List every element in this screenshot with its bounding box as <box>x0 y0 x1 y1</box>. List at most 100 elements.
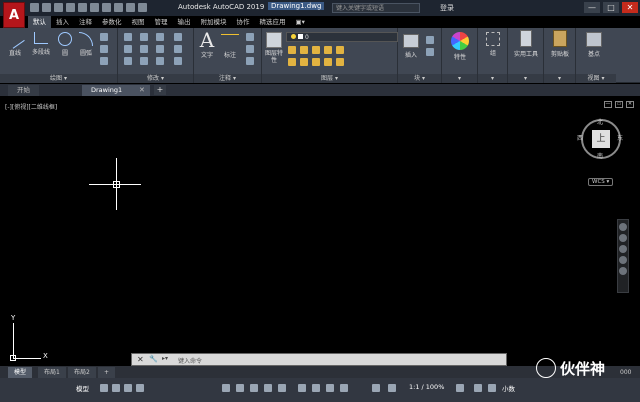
web-icon[interactable] <box>78 3 87 12</box>
add-layout-button[interactable]: + <box>98 367 116 378</box>
erase-icon[interactable] <box>174 33 182 41</box>
wcs-menu[interactable]: WCS ▾ <box>588 178 614 186</box>
tab-more[interactable]: ▣▾ <box>291 16 310 28</box>
layer-tool-10-icon[interactable] <box>336 58 344 66</box>
tab-parametric[interactable]: 参数化 <box>97 16 127 28</box>
drawing-close-button[interactable]: ✕ <box>626 101 634 108</box>
grid-icon[interactable] <box>100 384 108 392</box>
save-as-icon[interactable] <box>66 3 75 12</box>
utilities-tool[interactable]: 实用工具 <box>510 30 542 58</box>
array-icon[interactable] <box>156 57 164 65</box>
selection-cycling-icon[interactable] <box>326 384 334 392</box>
annotation-visibility-icon[interactable] <box>372 384 380 392</box>
zoom-icon[interactable] <box>619 245 627 253</box>
gradient-icon[interactable] <box>100 57 108 65</box>
edit-block-icon[interactable] <box>426 48 434 56</box>
rotate-icon[interactable] <box>140 33 148 41</box>
modify-panel-label[interactable]: 修改 ▾ <box>118 74 193 83</box>
new-icon[interactable] <box>30 3 39 12</box>
clipboard-tool[interactable]: 剪贴板 <box>546 30 574 58</box>
layer-tool-4-icon[interactable] <box>324 46 332 54</box>
tab-output[interactable]: 输出 <box>173 16 196 28</box>
viewcube-west[interactable]: 西 <box>577 133 583 142</box>
open-icon[interactable] <box>42 3 51 12</box>
layer-tool-2-icon[interactable] <box>300 46 308 54</box>
pan-icon[interactable] <box>619 234 627 242</box>
line-tool[interactable]: 直线 <box>4 29 26 57</box>
recent-commands-icon[interactable]: ▸▾ <box>162 355 168 362</box>
hatch-icon[interactable] <box>100 45 108 53</box>
tab-default[interactable]: 默认 <box>28 16 51 28</box>
tab-manage[interactable]: 管理 <box>150 16 173 28</box>
layer-tool-7-icon[interactable] <box>300 58 308 66</box>
new-tab-button[interactable]: + <box>154 85 166 95</box>
tab-start[interactable]: 开始 <box>8 85 39 96</box>
utilities-panel-label[interactable]: ▾ <box>508 74 543 83</box>
viewcube-south[interactable]: 南 <box>597 151 603 160</box>
signin-button[interactable]: 登录 <box>440 3 454 13</box>
isodraft-icon[interactable] <box>250 384 258 392</box>
search-input[interactable]: 键入关键字或短语 <box>332 3 420 13</box>
object-snap-icon[interactable] <box>278 384 286 392</box>
redo-icon[interactable] <box>126 3 135 12</box>
create-block-icon[interactable] <box>426 36 434 44</box>
tab-layout2[interactable]: 布局2 <box>68 367 96 378</box>
showmotion-icon[interactable] <box>619 267 627 275</box>
group-tool[interactable]: 组 <box>481 32 505 57</box>
layer-dropdown[interactable]: 0 <box>286 32 398 42</box>
snap-icon[interactable] <box>112 384 120 392</box>
infer-icon[interactable] <box>124 384 132 392</box>
layer-tool-3-icon[interactable] <box>312 46 320 54</box>
mirror-icon[interactable] <box>140 45 148 53</box>
viewport-controls[interactable]: [-][俯视][二维线框] <box>5 102 57 111</box>
circle-tool[interactable]: 圆 <box>56 32 74 57</box>
orbit-icon[interactable] <box>619 256 627 264</box>
insert-tool[interactable]: 插入 <box>400 34 422 59</box>
close-tab-icon[interactable]: ✕ <box>139 86 145 94</box>
mark-icon[interactable] <box>246 57 254 65</box>
tab-layout1[interactable]: 布局1 <box>38 367 66 378</box>
viewcube[interactable]: 上 北 南 东 西 <box>577 119 623 160</box>
leader-icon[interactable] <box>246 45 254 53</box>
lineweight-icon[interactable] <box>298 384 306 392</box>
explode-icon[interactable] <box>174 45 182 53</box>
drawing-restore-button[interactable]: ▭ <box>615 101 623 108</box>
undo-icon[interactable] <box>114 3 123 12</box>
dynamic-input-icon[interactable] <box>136 384 144 392</box>
share-icon[interactable] <box>138 3 147 12</box>
layer-tool-1-icon[interactable] <box>288 46 296 54</box>
text-tool[interactable]: A 文字 <box>196 30 218 59</box>
layer-tool-8-icon[interactable] <box>312 58 320 66</box>
annotation-panel-label[interactable]: 注释 ▾ <box>194 74 261 83</box>
arc-tool[interactable]: 圆弧 <box>76 32 96 57</box>
properties-panel-label[interactable]: ▾ <box>442 74 477 83</box>
tab-annotate[interactable]: 注释 <box>74 16 97 28</box>
draw-panel-label[interactable]: 绘图 ▾ <box>0 74 117 83</box>
tab-collaborate[interactable]: 协作 <box>232 16 255 28</box>
tab-view[interactable]: 视图 <box>127 16 150 28</box>
3d-osnap-icon[interactable] <box>340 384 348 392</box>
ortho-icon[interactable] <box>222 384 230 392</box>
units-icon[interactable] <box>488 384 496 392</box>
properties-tool[interactable]: 特性 <box>446 32 474 61</box>
drawing-area[interactable]: [-][俯视][二维线框] — ▭ ✕ 上 北 南 东 西 WCS ▾ Y X <box>0 96 640 366</box>
layer-tool-6-icon[interactable] <box>288 58 296 66</box>
layers-panel-label[interactable]: 图层 ▾ <box>262 74 397 83</box>
maximize-button[interactable]: □ <box>603 2 619 13</box>
offset-icon[interactable] <box>174 57 182 65</box>
polar-icon[interactable] <box>236 384 244 392</box>
stretch-icon[interactable] <box>124 57 132 65</box>
annotation-scale-icon[interactable] <box>388 384 396 392</box>
object-snap-tracking-icon[interactable] <box>264 384 272 392</box>
wrench-icon[interactable]: 🔧 <box>149 355 158 363</box>
rectangle-icon[interactable] <box>100 33 108 41</box>
viewcube-east[interactable]: 东 <box>617 133 623 142</box>
steering-wheel-icon[interactable] <box>619 223 627 231</box>
transparency-icon[interactable] <box>312 384 320 392</box>
application-menu-button[interactable]: A <box>3 2 25 28</box>
view-panel-label[interactable]: 视图 ▾ <box>576 74 616 83</box>
clipboard-panel-label[interactable]: ▾ <box>544 74 575 83</box>
close-button[interactable]: ✕ <box>622 2 638 13</box>
table-icon[interactable] <box>246 33 254 41</box>
units-label[interactable]: 小数 <box>502 383 515 393</box>
